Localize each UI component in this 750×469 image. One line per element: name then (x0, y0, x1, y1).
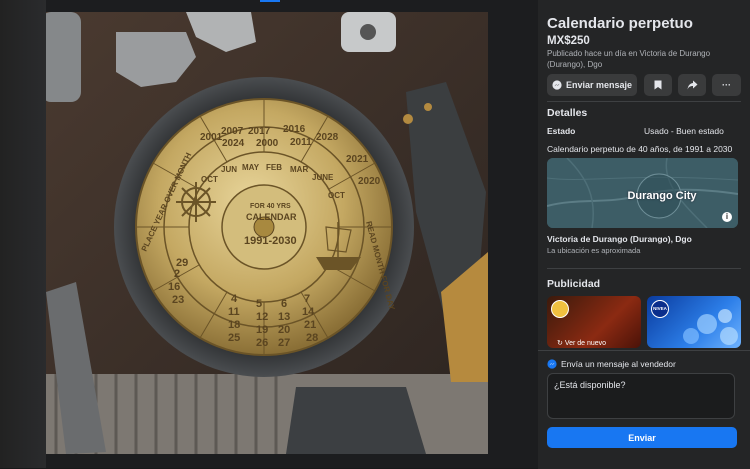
svg-text:13: 13 (278, 311, 290, 323)
svg-text:27: 27 (278, 337, 290, 349)
divider (547, 268, 741, 269)
svg-text:11: 11 (228, 306, 240, 318)
location-map[interactable]: Durango City i (547, 158, 738, 228)
svg-text:28: 28 (306, 332, 318, 344)
message-seller-section: Envía un mensaje al vendedor ¿Está dispo… (538, 350, 750, 469)
svg-text:12: 12 (256, 311, 268, 323)
svg-text:2007: 2007 (221, 126, 244, 137)
ad-bubbles-graphic (683, 309, 738, 345)
dial-year-text: 2017 (248, 126, 271, 137)
ad-replay-text: Ver de nuevo (564, 340, 607, 347)
listing-price: MX$250 (547, 35, 590, 47)
message-seller-label: Envía un mensaje al vendedor (561, 359, 676, 369)
divider (547, 101, 741, 102)
svg-text:5: 5 (256, 298, 262, 310)
listing-photo[interactable]: 2017 2016 2028 2001 2021 2020 2007 2024 … (46, 12, 488, 454)
svg-text:18: 18 (228, 319, 240, 331)
svg-text:MAR: MAR (290, 165, 308, 174)
svg-text:25: 25 (228, 332, 240, 344)
share-icon (687, 80, 697, 90)
ads-heading: Publicidad (547, 278, 601, 290)
svg-text:4: 4 (231, 293, 238, 305)
svg-text:2021: 2021 (346, 154, 369, 165)
svg-text:2011: 2011 (290, 137, 312, 148)
svg-text:14: 14 (302, 306, 315, 318)
svg-text:19: 19 (256, 324, 268, 336)
send-button[interactable]: Enviar (547, 427, 737, 448)
svg-text:MAY: MAY (242, 163, 260, 172)
condition-label: Estado (547, 126, 576, 136)
svg-text:2016: 2016 (283, 124, 306, 135)
svg-text:OCT: OCT (201, 175, 218, 184)
svg-text:2024: 2024 (222, 138, 245, 149)
svg-text:21: 21 (304, 319, 316, 331)
info-icon[interactable]: i (722, 212, 732, 222)
svg-text:16: 16 (168, 281, 180, 293)
save-button[interactable] (644, 74, 672, 96)
share-button[interactable] (678, 74, 706, 96)
listing-meta: Publicado hace un día en Victoria de Dur… (547, 49, 711, 69)
map-city-label: Durango City (627, 190, 697, 202)
ad-replay-label: ↻ Ver de nuevo (557, 340, 607, 347)
svg-text:FOR 40 YRS: FOR 40 YRS (250, 203, 291, 210)
details-heading: Detalles (547, 107, 588, 119)
listing-description: Calendario perpetuo de 40 años, de 1991 … (547, 144, 733, 154)
svg-text:23: 23 (172, 294, 184, 306)
messenger-icon (547, 359, 557, 369)
svg-text:JUN: JUN (221, 165, 237, 174)
svg-text:OCT: OCT (328, 191, 345, 200)
more-icon: ··· (722, 80, 731, 90)
svg-text:2001: 2001 (200, 132, 223, 143)
svg-text:20: 20 (278, 324, 290, 336)
svg-text:2: 2 (174, 268, 180, 280)
svg-text:2028: 2028 (316, 132, 339, 143)
ad-card[interactable]: ↻ Ver de nuevo (547, 296, 641, 348)
more-options-button[interactable]: ··· (712, 74, 741, 96)
svg-text:JUNE: JUNE (312, 173, 334, 182)
svg-text:6: 6 (281, 298, 287, 310)
send-message-button[interactable]: Enviar mensaje (547, 74, 637, 96)
messenger-icon (552, 80, 562, 90)
top-progress-indicator (260, 0, 280, 2)
bookmark-icon (654, 80, 662, 90)
svg-text:CALENDAR: CALENDAR (246, 212, 297, 222)
svg-text:29: 29 (176, 257, 188, 269)
ad-card[interactable]: NIVEA (647, 296, 741, 348)
condition-value: Usado - Buen estado (644, 126, 724, 136)
svg-text:2000: 2000 (256, 138, 279, 149)
ad-avatar (551, 300, 569, 318)
svg-text:26: 26 (256, 337, 268, 349)
message-input[interactable]: ¿Está disponible? (547, 373, 735, 419)
svg-text:1991-2030: 1991-2030 (244, 235, 297, 247)
location-note: La ubicación es aproximada (547, 246, 641, 255)
send-message-label: Enviar mensaje (565, 80, 633, 90)
svg-text:FEB: FEB (266, 163, 282, 172)
svg-text:7: 7 (304, 293, 310, 305)
svg-text:2020: 2020 (358, 176, 381, 187)
listing-title: Calendario perpetuo (547, 15, 693, 32)
location-name: Victoria de Durango (Durango), Dgo (547, 234, 692, 244)
